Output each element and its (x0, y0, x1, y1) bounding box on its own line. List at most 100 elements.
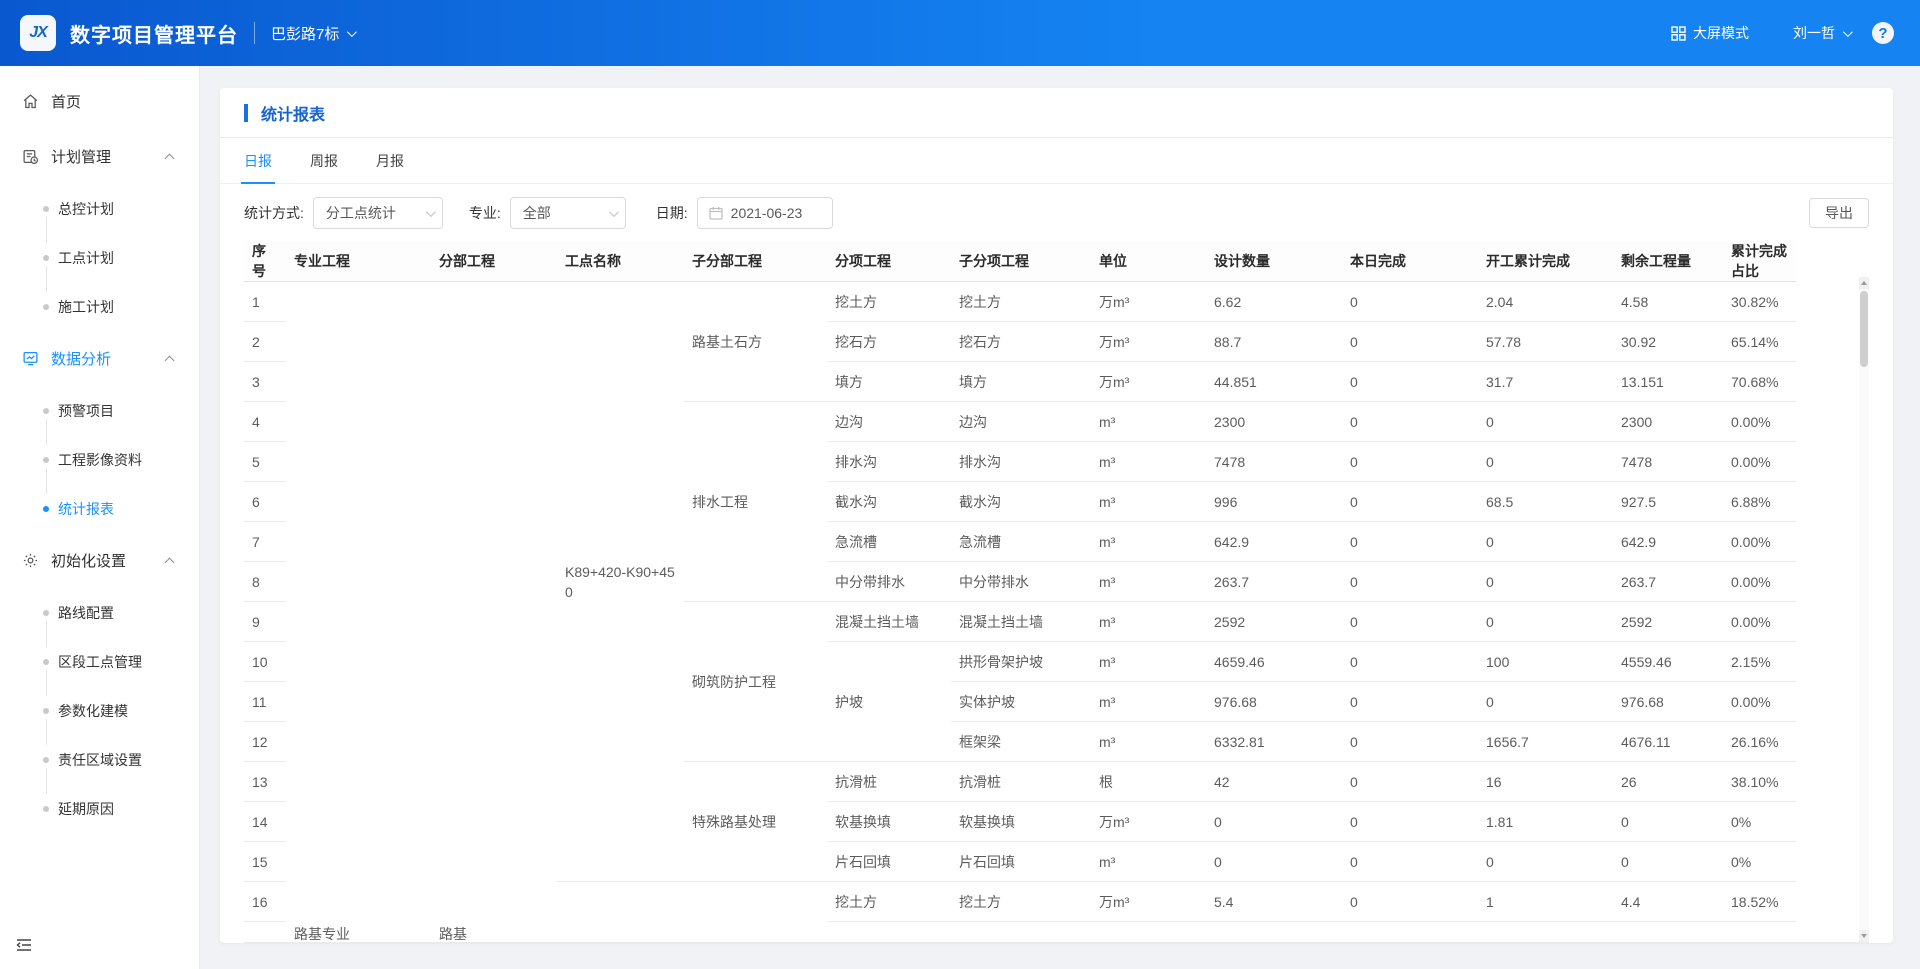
cell-item: 抗滑桩 (827, 762, 951, 802)
cell-cumulative: 0 (1478, 562, 1613, 602)
big-screen-mode-button[interactable]: 大屏模式 (1671, 23, 1749, 43)
cell-today: 0 (1342, 482, 1478, 522)
sidebar-item-responsibility-area[interactable]: 责任区域设置 (0, 735, 199, 784)
cell-sub-division: 路基土石方 (684, 282, 827, 402)
sidebar-group-init-settings[interactable]: 初始化设置 (0, 533, 199, 588)
cell-today: 0 (1342, 842, 1478, 882)
help-glyph: ? (1878, 25, 1887, 42)
col-unit: 单位 (1091, 241, 1206, 282)
cell-cumulative: 16 (1478, 762, 1613, 802)
chevron-up-icon (165, 558, 175, 568)
col-cumulative-pct: 累计完成占比 (1723, 241, 1796, 282)
cell-unit: m³ (1091, 682, 1206, 722)
cell-sub-item: 急流槽 (951, 522, 1091, 562)
sidebar-group-plan[interactable]: 计划管理 (0, 129, 199, 184)
sidebar-item-label: 首页 (51, 91, 81, 112)
cell-seq: 15 (244, 842, 286, 882)
cell-unit: m³ (1091, 482, 1206, 522)
sidebar-item-route-config[interactable]: 路线配置 (0, 588, 199, 637)
date-picker[interactable]: 2021-06-23 (697, 197, 833, 229)
scroll-down-arrow[interactable] (1859, 930, 1869, 942)
col-site-name: 工点名称 (557, 241, 684, 282)
cell-today: 0 (1342, 322, 1478, 362)
cell-pct: 18.52% (1723, 882, 1796, 922)
sidebar-group-data-analysis[interactable]: 数据分析 (0, 331, 199, 386)
cell-item: 排水沟 (827, 442, 951, 482)
cell-unit: 万m³ (1091, 282, 1206, 322)
cell-seq: 10 (244, 642, 286, 682)
cell-unit: m³ (1091, 402, 1206, 442)
cell-pct: 30.82% (1723, 282, 1796, 322)
main-content: 统计报表 日报 周报 月报 统计方式: 分工点统计 专业: 全部 日期: (200, 66, 1920, 969)
sidebar-item-master-plan[interactable]: 总控计划 (0, 184, 199, 233)
cell-sub-division: 排水工程 (684, 402, 827, 602)
export-button[interactable]: 导出 (1809, 198, 1869, 228)
col-sub-item-project: 子分项工程 (951, 241, 1091, 282)
sidebar-collapse-button[interactable] (16, 938, 32, 957)
cell-sub-item: 软基换填 (951, 802, 1091, 842)
help-icon[interactable]: ? (1872, 22, 1894, 44)
cell-sub-item: 边沟 (951, 402, 1091, 442)
cell-pct: 6.88% (1723, 482, 1796, 522)
sidebar-item-statistic-report[interactable]: 统计报表 (0, 484, 199, 533)
cell-remaining: 642.9 (1613, 522, 1723, 562)
cell-remaining: 7478 (1613, 442, 1723, 482)
cell-clipped (827, 922, 1869, 944)
cell-remaining: 4.58 (1613, 282, 1723, 322)
sidebar-item-label: 参数化建模 (58, 701, 128, 721)
cell-sub-item: 挖石方 (951, 322, 1091, 362)
sidebar-item-label: 工程影像资料 (58, 450, 142, 470)
title-accent-bar (244, 104, 248, 122)
cell-unit: m³ (1091, 842, 1206, 882)
user-menu[interactable]: 刘一哲 (1793, 23, 1850, 43)
cell-sub-item: 抗滑桩 (951, 762, 1091, 802)
cell-item: 截水沟 (827, 482, 951, 522)
scrollbar-thumb[interactable] (1860, 291, 1868, 367)
project-selector[interactable]: 巴彭路7标 (271, 23, 354, 44)
cell-today: 0 (1342, 602, 1478, 642)
cell-sub-division: 特殊路基处理 (684, 762, 827, 882)
scroll-up-arrow[interactable] (1859, 277, 1869, 289)
sidebar-item-image-data[interactable]: 工程影像资料 (0, 435, 199, 484)
cell-seq: 2 (244, 322, 286, 362)
sidebar-item-construction-plan[interactable]: 施工计划 (0, 282, 199, 331)
sidebar-item-site-plan[interactable]: 工点计划 (0, 233, 199, 282)
date-value: 2021-06-23 (731, 205, 803, 221)
tab-weekly[interactable]: 周报 (310, 138, 338, 183)
cell-item: 挖石方 (827, 322, 951, 362)
cell-remaining: 263.7 (1613, 562, 1723, 602)
sidebar-group-label: 计划管理 (51, 146, 111, 167)
cell-design: 4659.46 (1206, 642, 1342, 682)
cell-cumulative: 68.5 (1478, 482, 1613, 522)
cell-pct: 26.16% (1723, 722, 1796, 762)
cell-seq: 13 (244, 762, 286, 802)
cell-pct: 0.00% (1723, 402, 1796, 442)
vertical-scrollbar[interactable] (1859, 277, 1869, 942)
cell-sub-item: 实体护坡 (951, 682, 1091, 722)
sidebar-item-label: 总控计划 (58, 199, 114, 219)
sidebar-item-delay-reason[interactable]: 延期原因 (0, 784, 199, 833)
cell-pct: 2.15% (1723, 642, 1796, 682)
cell-pct: 0.00% (1723, 522, 1796, 562)
report-card: 统计报表 日报 周报 月报 统计方式: 分工点统计 专业: 全部 日期: (220, 88, 1893, 943)
tab-monthly[interactable]: 月报 (376, 138, 404, 183)
sidebar-item-warning-projects[interactable]: 预警项目 (0, 386, 199, 435)
filter-bar: 统计方式: 分工点统计 专业: 全部 日期: 2021-06-23 导出 (220, 184, 1893, 241)
cell-today: 0 (1342, 882, 1478, 922)
stat-mode-select[interactable]: 分工点统计 (313, 197, 443, 229)
tab-label: 月报 (376, 151, 404, 171)
tab-daily[interactable]: 日报 (244, 138, 272, 183)
col-division-project: 分部工程 (431, 241, 557, 282)
sidebar-group-label: 初始化设置 (51, 550, 126, 571)
chevron-down-icon (609, 207, 619, 217)
sidebar-item-home[interactable]: 首页 (0, 74, 199, 129)
cell-item: 挖土方 (827, 282, 951, 322)
sidebar-item-section-site-mgmt[interactable]: 区段工点管理 (0, 637, 199, 686)
col-item-project: 分项工程 (827, 241, 951, 282)
sidebar-item-label: 施工计划 (58, 297, 114, 317)
major-select[interactable]: 全部 (510, 197, 626, 229)
sidebar-item-parametric-modeling[interactable]: 参数化建模 (0, 686, 199, 735)
cell-design: 6.62 (1206, 282, 1342, 322)
cell-remaining: 4676.11 (1613, 722, 1723, 762)
table-row: 1 路基专业 路基 K89+420-K90+450 路基土石方 挖土方 挖土方 … (244, 282, 1869, 322)
